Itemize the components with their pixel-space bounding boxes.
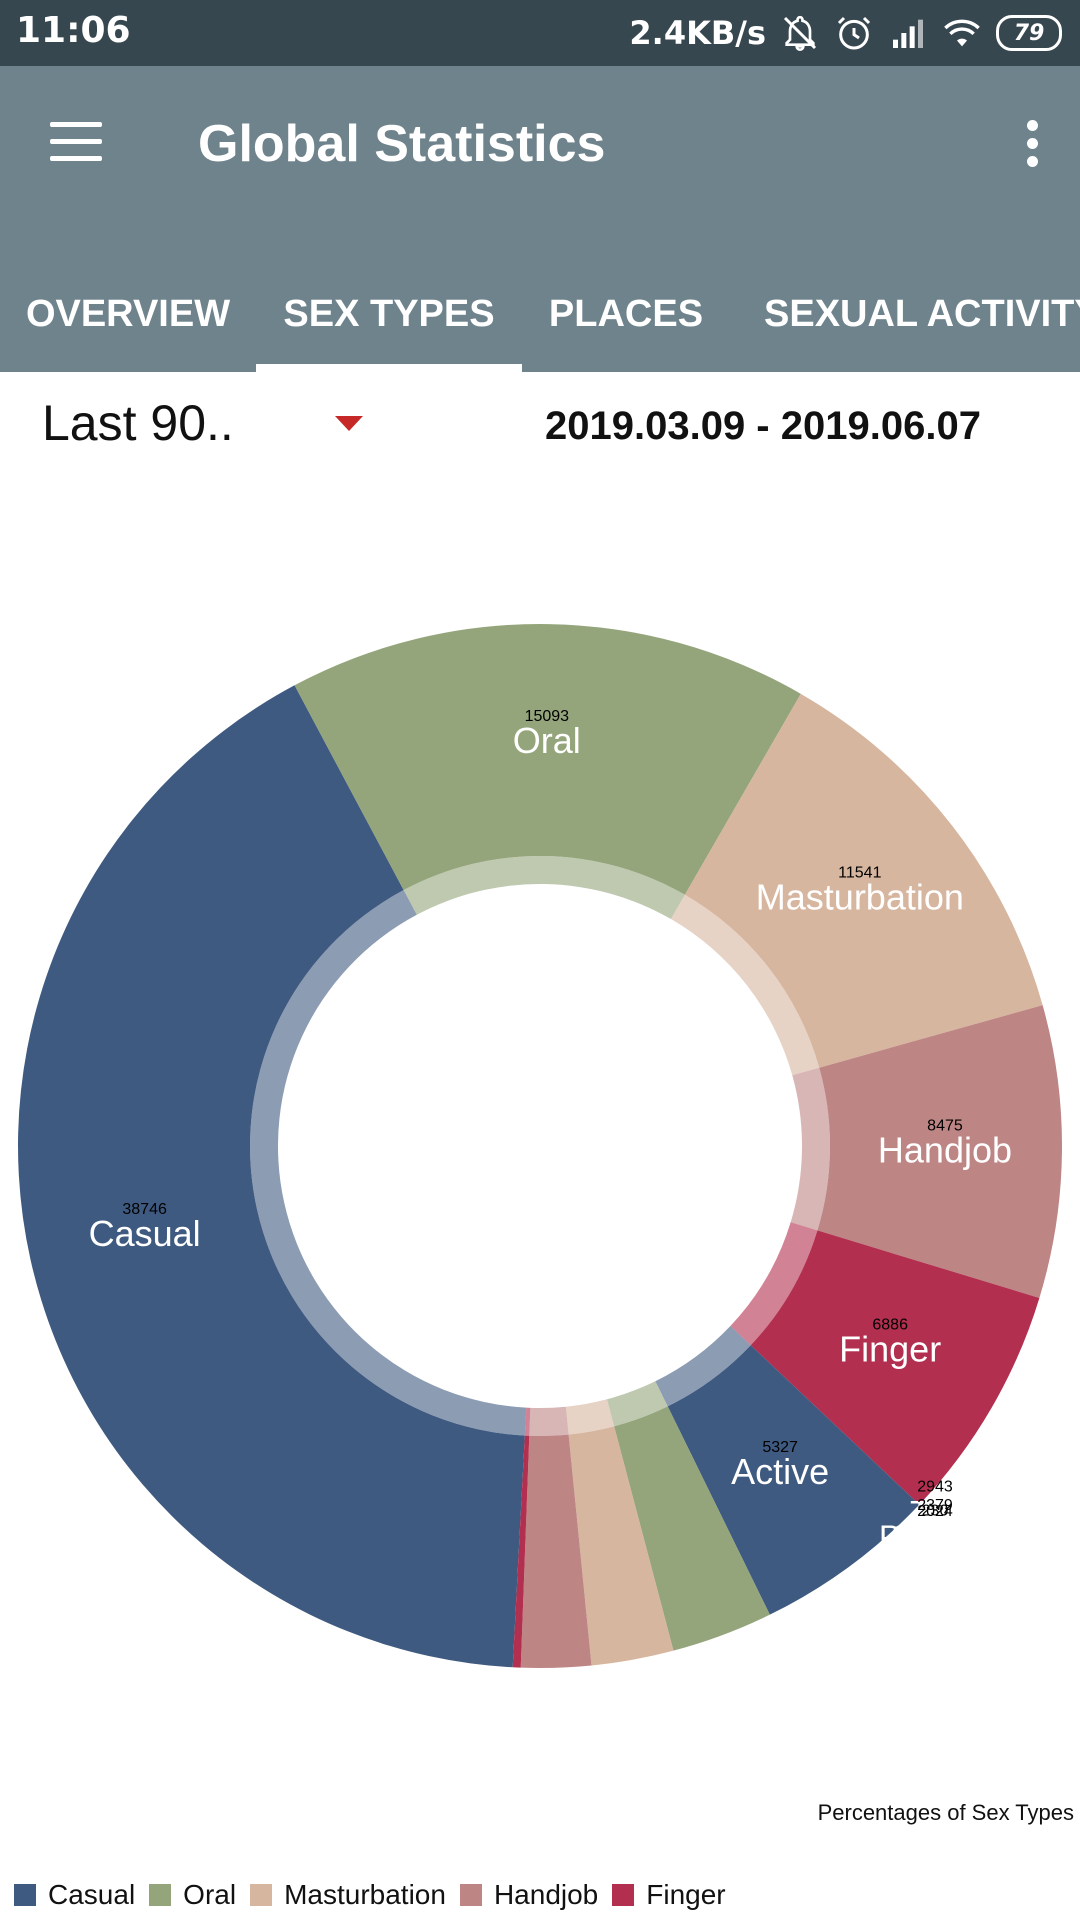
chart-legend: Casual Oral Masturbation Handjob Finger	[14, 1875, 740, 1915]
dropdown-arrow-icon[interactable]	[335, 416, 363, 431]
battery-icon: 79	[996, 15, 1062, 51]
tab-label: PLACES	[548, 293, 704, 335]
signal-icon	[893, 19, 923, 48]
filter-row: Last 90.. 2019.03.09 - 2019.06.07	[0, 372, 1080, 482]
tab-label: OVERVIEW	[25, 293, 231, 335]
network-speed: 2.4KB/s	[629, 14, 766, 52]
tab-places[interactable]: PLACES	[522, 266, 730, 372]
legend-label: Finger	[646, 1879, 726, 1910]
wifi-icon	[944, 19, 980, 47]
status-icons: 2.4KB/s 79	[629, 10, 1062, 56]
tab-sexual-activity[interactable]: SEXUAL ACTIVITY	[730, 266, 1080, 372]
range-dropdown[interactable]: Last 90..	[42, 394, 234, 452]
app-bar: Global Statistics OVERVIEW SEX TYPES PLA…	[0, 66, 1080, 372]
tab-overview[interactable]: OVERVIEW	[0, 266, 256, 372]
legend-swatch	[250, 1884, 273, 1906]
legend-label: Handjob	[493, 1879, 599, 1910]
slice-value-label: 230	[922, 1503, 949, 1520]
legend-label: Masturbation	[284, 1879, 446, 1910]
status-time: 11:06	[16, 10, 131, 51]
slice-name-label: Masturbation	[756, 877, 964, 918]
legend-item-handjob: Handjob	[459, 1879, 599, 1911]
slice-passive-inner-ring	[529, 1406, 569, 1436]
alarm-icon	[837, 16, 871, 50]
menu-icon[interactable]	[50, 122, 102, 162]
tab-bar: OVERVIEW SEX TYPES PLACES SEXUAL ACTIVIT…	[0, 266, 1080, 372]
slice-name-label: Casual	[89, 1213, 201, 1254]
tab-indicator	[256, 364, 522, 372]
donut-chart: 38746 Casual 15093 Oral 11541 Masturbation 847…	[0, 560, 1080, 1720]
slice-value-label: 2943	[917, 1478, 953, 1495]
slice-name-label: Oral	[513, 720, 581, 761]
legend-swatch	[149, 1884, 172, 1906]
legend-swatch	[14, 1884, 36, 1906]
slice-name-label: Handjob	[878, 1129, 1012, 1170]
legend-item-oral: Oral	[149, 1879, 236, 1911]
slice-name-label: Group	[891, 1519, 980, 1555]
date-range: 2019.03.09 - 2019.06.07	[545, 404, 981, 448]
legend-item-casual: Casual	[14, 1879, 135, 1911]
legend-label: Casual	[48, 1879, 136, 1910]
battery-level: 79	[1013, 20, 1045, 46]
legend-item-finger: Finger	[612, 1879, 726, 1911]
donut-chart-svg: 38746Casual15093Oral11541Masturbation847…	[17, 624, 1062, 1669]
legend-swatch	[612, 1884, 635, 1906]
tab-label: SEXUAL ACTIVITY	[764, 293, 1080, 335]
notifications-off-icon	[783, 15, 817, 52]
slice-name-label: Active	[731, 1451, 829, 1492]
legend-label: Oral	[183, 1879, 237, 1910]
legend-swatch	[459, 1884, 482, 1906]
slice-name-label: Finger	[839, 1328, 941, 1369]
tab-sex-types[interactable]: SEX TYPES	[256, 266, 522, 372]
chart-description: Percentages of Sex Types	[817, 1800, 1074, 1825]
status-bar: 11:06 2.4KB/s 79	[0, 0, 1080, 66]
tab-label: SEX TYPES	[283, 293, 495, 335]
page-title: Global Statistics	[198, 115, 606, 173]
legend-item-masturbation: Masturbation	[250, 1879, 446, 1911]
more-vert-icon[interactable]	[1024, 120, 1040, 168]
